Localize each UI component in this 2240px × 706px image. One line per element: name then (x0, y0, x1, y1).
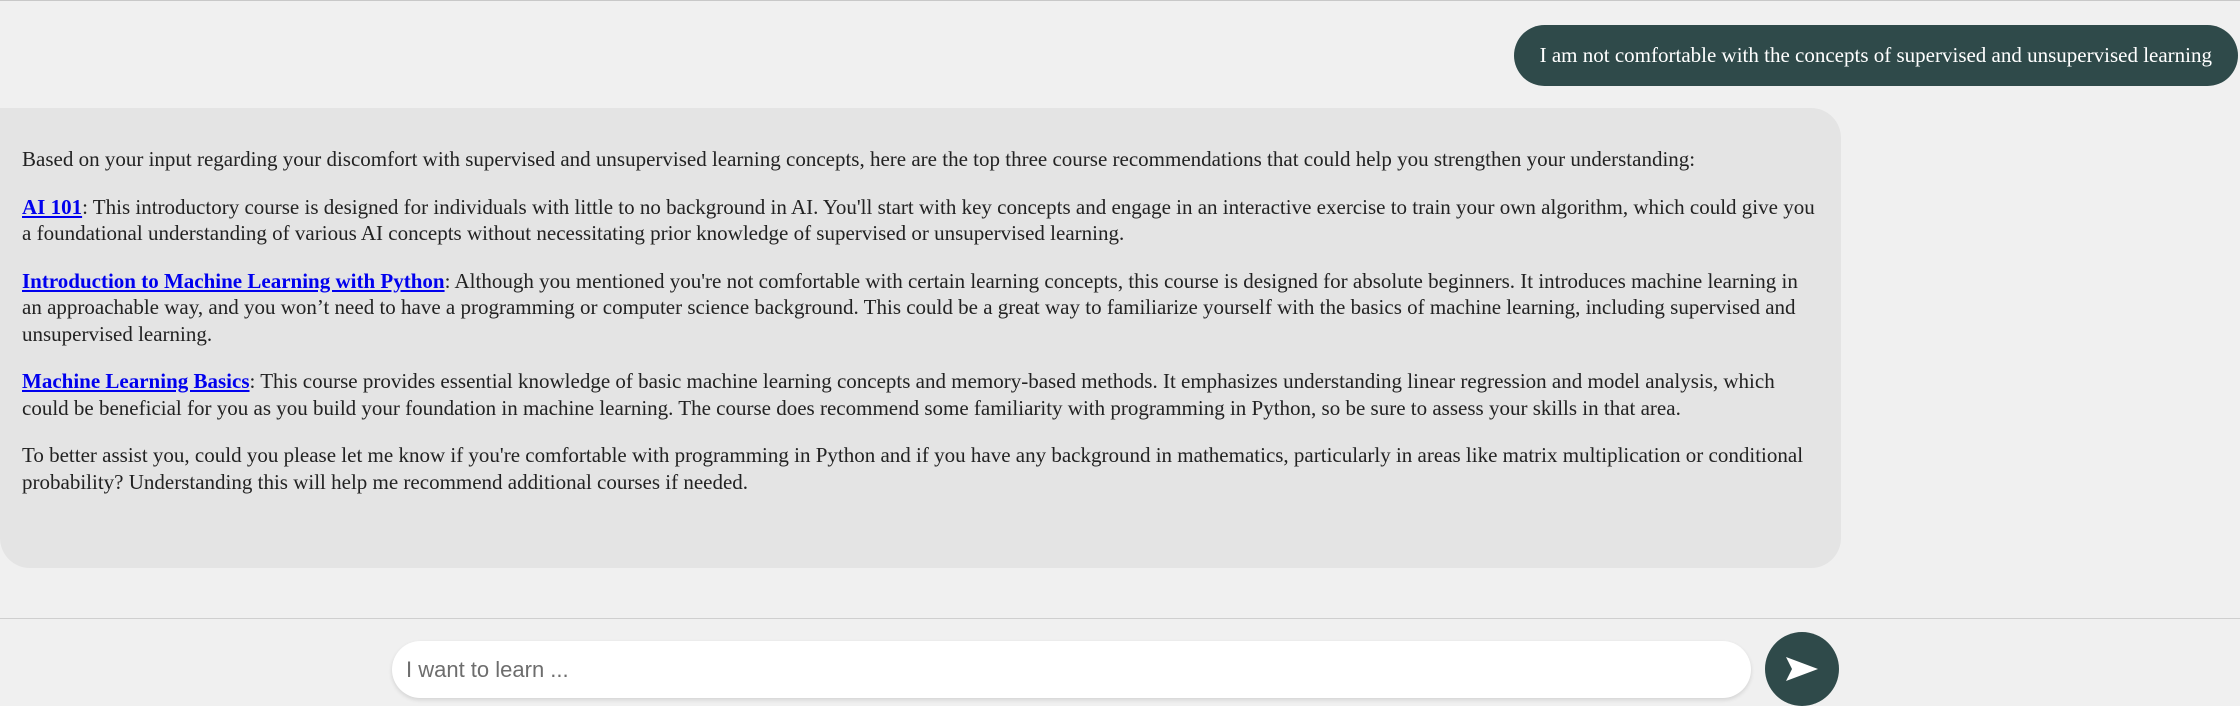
course-recommendation: Introduction to Machine Learning with Py… (22, 268, 1819, 348)
send-arrow-icon (1785, 656, 1819, 682)
chat-input-wrapper (392, 641, 1751, 698)
send-button[interactable] (1765, 632, 1839, 706)
user-message-text: I am not comfortable with the concepts o… (1539, 43, 2212, 67)
course-link-ai-101[interactable]: AI 101 (22, 195, 82, 219)
message-composer (0, 619, 2240, 706)
course-description: : This course provides essential knowled… (22, 369, 1775, 420)
course-recommendation: Machine Learning Basics: This course pro… (22, 368, 1819, 421)
course-description: : This introductory course is designed f… (22, 194, 1815, 246)
course-link-intro-ml-python[interactable]: Introduction to Machine Learning with Py… (22, 269, 445, 293)
assistant-closing: To better assist you, could you please l… (22, 443, 1804, 494)
course-recommendation: AI 101: This introductory course is desi… (22, 194, 1819, 247)
course-link-ml-basics[interactable]: Machine Learning Basics (22, 369, 250, 393)
assistant-intro: Based on your input regarding your disco… (22, 147, 1696, 171)
chat-transcript[interactable]: I am not comfortable with the concepts o… (0, 1, 2240, 618)
chat-input[interactable] (392, 641, 1751, 698)
user-message-bubble: I am not comfortable with the concepts o… (1513, 25, 2238, 86)
assistant-message-bubble: Based on your input regarding your disco… (0, 108, 1841, 568)
